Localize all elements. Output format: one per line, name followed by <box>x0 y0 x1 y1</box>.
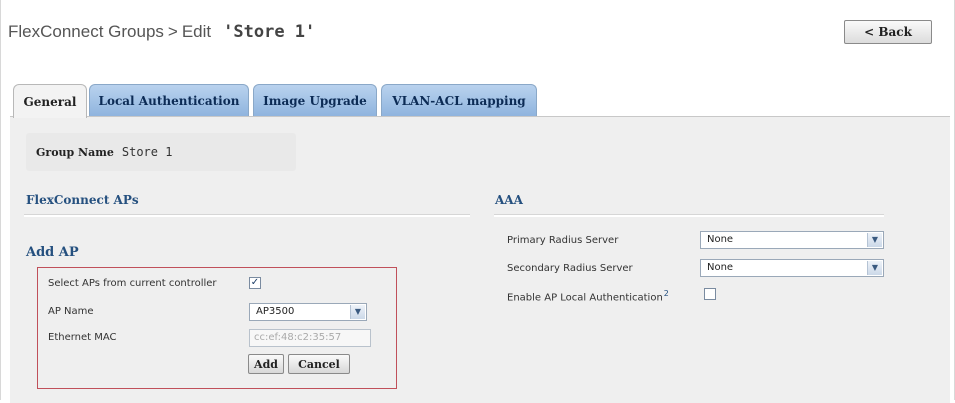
secondary-radius-select[interactable]: None ▼ <box>700 259 884 277</box>
aaa-divider <box>494 215 884 217</box>
group-name-row: Group Name Store 1 <box>26 133 296 171</box>
tab-vlan-acl-mapping[interactable]: VLAN-ACL mapping <box>381 84 537 116</box>
ethernet-mac-input[interactable]: cc:ef:48:c2:35:57 <box>249 329 371 347</box>
ap-name-label: AP Name <box>48 306 94 317</box>
add-button[interactable]: Add <box>248 354 284 374</box>
secondary-radius-value: None <box>707 262 734 273</box>
primary-radius-label: Primary Radius Server <box>507 235 619 246</box>
help-icon[interactable]: 2 <box>664 289 669 298</box>
enable-local-auth-text: Enable AP Local Authentication <box>507 292 663 304</box>
add-ap-box: Select APs from current controller ✓ AP … <box>37 267 397 389</box>
flexconnect-aps-divider <box>24 215 470 217</box>
chevron-down-icon: ▼ <box>867 261 882 275</box>
secondary-radius-label: Secondary Radius Server <box>507 263 633 274</box>
enable-local-auth-label: Enable AP Local Authentication2 <box>507 289 669 303</box>
select-from-controller-label: Select APs from current controller <box>48 278 217 289</box>
back-button[interactable]: < Back <box>844 20 932 44</box>
breadcrumb-separator: > <box>167 22 178 41</box>
page-title: FlexConnect Groups > Edit 'Store 1' <box>8 22 315 42</box>
enable-local-auth-checkbox[interactable] <box>704 288 716 300</box>
flexconnect-aps-heading: FlexConnect APs <box>26 193 139 207</box>
aaa-heading: AAA <box>495 193 523 207</box>
breadcrumb-action: Edit <box>181 22 212 41</box>
group-name-title: 'Store 1' <box>223 22 316 42</box>
group-name-value: Store 1 <box>121 145 173 159</box>
tab-image-upgrade[interactable]: Image Upgrade <box>253 84 377 116</box>
breadcrumb-parent[interactable]: FlexConnect Groups <box>8 22 164 41</box>
primary-radius-value: None <box>707 234 734 245</box>
select-from-controller-checkbox[interactable]: ✓ <box>249 277 261 289</box>
chevron-down-icon: ▼ <box>350 305 365 319</box>
ethernet-mac-label: Ethernet MAC <box>48 332 117 343</box>
check-icon: ✓ <box>250 277 260 288</box>
tab-local-authentication[interactable]: Local Authentication <box>89 84 249 116</box>
primary-radius-select[interactable]: None ▼ <box>700 231 884 249</box>
ap-name-value: AP3500 <box>256 306 295 317</box>
cancel-button[interactable]: Cancel <box>288 354 350 374</box>
add-ap-heading: Add AP <box>26 245 79 260</box>
chevron-down-icon: ▼ <box>867 233 882 247</box>
general-panel: Group Name Store 1 FlexConnect APs Add A… <box>10 116 950 403</box>
group-name-label: Group Name <box>36 145 114 159</box>
ap-name-select[interactable]: AP3500 ▼ <box>249 303 367 321</box>
tab-general[interactable]: General <box>13 84 87 118</box>
